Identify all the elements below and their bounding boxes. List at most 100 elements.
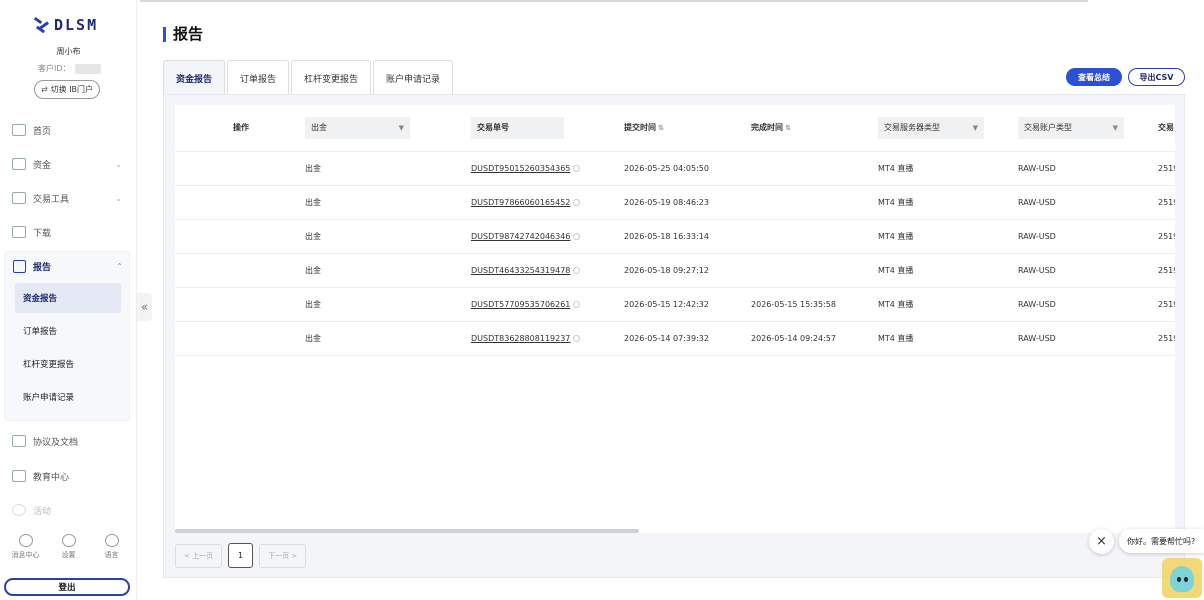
sidebar-item-home[interactable]: 首页 [12,120,126,140]
sort-icon[interactable]: ⇅ [785,124,791,132]
submit-time-cell: 2026-05-18 09:27:12 [624,253,751,288]
brand-logo[interactable]: DLSM [33,16,98,34]
gear-icon [61,534,76,547]
mascot-icon [1170,566,1194,592]
sidebar-item-download[interactable]: 下载 [12,222,126,242]
chevron-down-icon: ⌄ [115,193,122,203]
account-type-filter-select[interactable]: 交易账户类型 ▼ [1018,116,1124,139]
tab-account-application[interactable]: 账户申请记录 [373,60,454,95]
table-row: 出金 DUSDT97866060165452 2026-05-19 08:46:… [175,185,1175,220]
column-header-action: 操作 [175,105,305,152]
order-no-link[interactable]: DUSDT97866060165452 [471,198,570,207]
sidebar-subitem-order-report[interactable]: 订单报告 [15,316,121,346]
server-type-cell: MT4 直播 [878,219,1018,254]
chat-assistant-avatar[interactable] [1162,558,1202,598]
order-no-cell: DUSDT46433254319478 [471,253,624,288]
logout-button[interactable]: 登出 [4,578,130,596]
server-type-cell: MT4 直播 [878,287,1018,322]
prev-page-button[interactable]: < 上一页 [175,543,223,568]
sidebar-item-label: 资金 [33,160,52,171]
column-header-trade-account: 交易 [1158,105,1175,152]
info-icon[interactable] [573,198,581,206]
order-no-header-box: 交易单号 [471,116,564,139]
order-no-cell: DUSDT95015260354365 [471,151,624,186]
info-icon[interactable] [573,266,581,274]
sidebar-item-report[interactable]: 报告 ⌃ [13,260,125,273]
client-id-label: 客户ID： [38,64,71,73]
collapse-sidebar-button[interactable]: « [137,293,152,321]
account-type-cell: RAW-USD [1018,321,1158,356]
trade-account-cell: 2519 [1158,185,1175,220]
order-no-link[interactable]: DUSDT57709535706261 [471,300,570,309]
sidebar-bottom-shortcuts: 消息中心 设置 语言 [0,534,137,560]
tab-order-report[interactable]: 订单报告 [227,60,290,95]
complete-time-cell: 2026-05-14 09:24:57 [751,321,878,356]
sidebar-item-label: 活动 [33,506,52,517]
sidebar-item-label: 下载 [33,228,52,239]
order-no-link[interactable]: DUSDT46433254319478 [471,266,570,275]
user-name: 周小布 [56,47,81,56]
tab-leverage-report[interactable]: 杠杆变更报告 [291,60,372,95]
complete-time-cell [751,219,878,254]
mascot-eye [1177,577,1181,582]
info-icon[interactable] [573,164,581,172]
switch-ib-portal-button[interactable]: ⇄ 切换 IB门户 [34,80,100,99]
export-csv-button[interactable]: 导出CSV [1128,68,1185,86]
horizontal-scrollbar[interactable] [175,529,639,533]
column-header-submit-time[interactable]: 提交时间 ⇅ [624,105,751,152]
type-filter-select[interactable]: 出金 ▼ [305,116,410,139]
order-no-cell: DUSDT98742742046346 [471,219,624,254]
action-cell [175,287,305,322]
view-summary-button[interactable]: 查看总结 [1066,68,1122,86]
order-no-link[interactable]: DUSDT95015260354365 [471,164,570,173]
table-scroll-area[interactable]: 操作 出金 ▼ 交易单号 提交时间 ⇅ 完成时间 ⇅ 交易服务器类型 ▼ 交易账… [175,105,1175,533]
order-no-cell: DUSDT97866060165452 [471,185,624,220]
order-no-link[interactable]: DUSDT98742742046346 [471,232,570,241]
sidebar-subitem-funds-report[interactable]: 资金报告 [15,283,121,313]
sidebar-subitem-account-application[interactable]: 账户申请记录 [15,382,121,412]
chat-greeting-bubble[interactable]: 你好。需要帮忙吗? [1119,529,1204,553]
column-header-server-type: 交易服务器类型 ▼ [878,105,1018,152]
table-row: 出金 DUSDT46433254319478 2026-05-18 09:27:… [175,253,1175,288]
trade-account-cell: 2519 [1158,287,1175,322]
tab-funds-report[interactable]: 资金报告 [163,60,226,95]
language-button[interactable]: 语言 [92,534,132,560]
sidebar-group-report: 报告 ⌃ 资金报告 订单报告 杠杆变更报告 账户申请记录 [4,251,130,421]
message-center-button[interactable]: 消息中心 [6,534,46,560]
server-type-cell: MT4 直播 [878,253,1018,288]
info-icon[interactable] [573,300,581,308]
action-cell [175,321,305,356]
client-id-masked-value [74,63,101,74]
info-icon[interactable] [573,232,581,240]
download-icon [12,226,26,238]
mascot-eye [1184,577,1188,582]
report-tabs: 资金报告 订单报告 杠杆变更报告 账户申请记录 [163,60,455,95]
next-page-button[interactable]: 下一页 > [259,543,307,568]
globe-icon [104,534,119,547]
sidebar-item-label: 报告 [33,263,52,273]
sidebar-item-trading-tools[interactable]: 交易工具 ⌄ [12,188,126,208]
trade-account-cell: 2519 [1158,253,1175,288]
sidebar-item-documents[interactable]: 协议及文档 [12,431,126,451]
server-type-filter-select[interactable]: 交易服务器类型 ▼ [878,116,984,139]
sidebar-item-activity: 活动 [12,500,126,520]
info-icon[interactable] [573,334,581,342]
settings-button[interactable]: 设置 [49,534,89,560]
page-title: 报告 [163,27,203,42]
sort-icon[interactable]: ⇅ [658,124,664,132]
submit-time-cell: 2026-05-25 04:05:50 [624,151,751,186]
column-header-account-type: 交易账户类型 ▼ [1018,105,1158,152]
order-no-cell: DUSDT57709535706261 [471,287,624,322]
page-number-button[interactable]: 1 [228,543,254,568]
complete-time-cell [751,151,878,186]
sidebar-item-funds[interactable]: 资金 ⌄ [12,154,126,174]
sidebar-subitem-leverage-report[interactable]: 杠杆变更报告 [15,349,121,379]
account-type-cell: RAW-USD [1018,253,1158,288]
sidebar-item-education[interactable]: 教育中心 [12,466,126,486]
chat-close-button[interactable]: × [1089,529,1114,554]
type-cell: 出金 [305,287,471,322]
type-cell: 出金 [305,185,471,220]
column-header-complete-time[interactable]: 完成时间 ⇅ [751,105,878,152]
order-no-link[interactable]: DUSDT83628808119237 [471,334,570,343]
type-cell: 出金 [305,253,471,288]
